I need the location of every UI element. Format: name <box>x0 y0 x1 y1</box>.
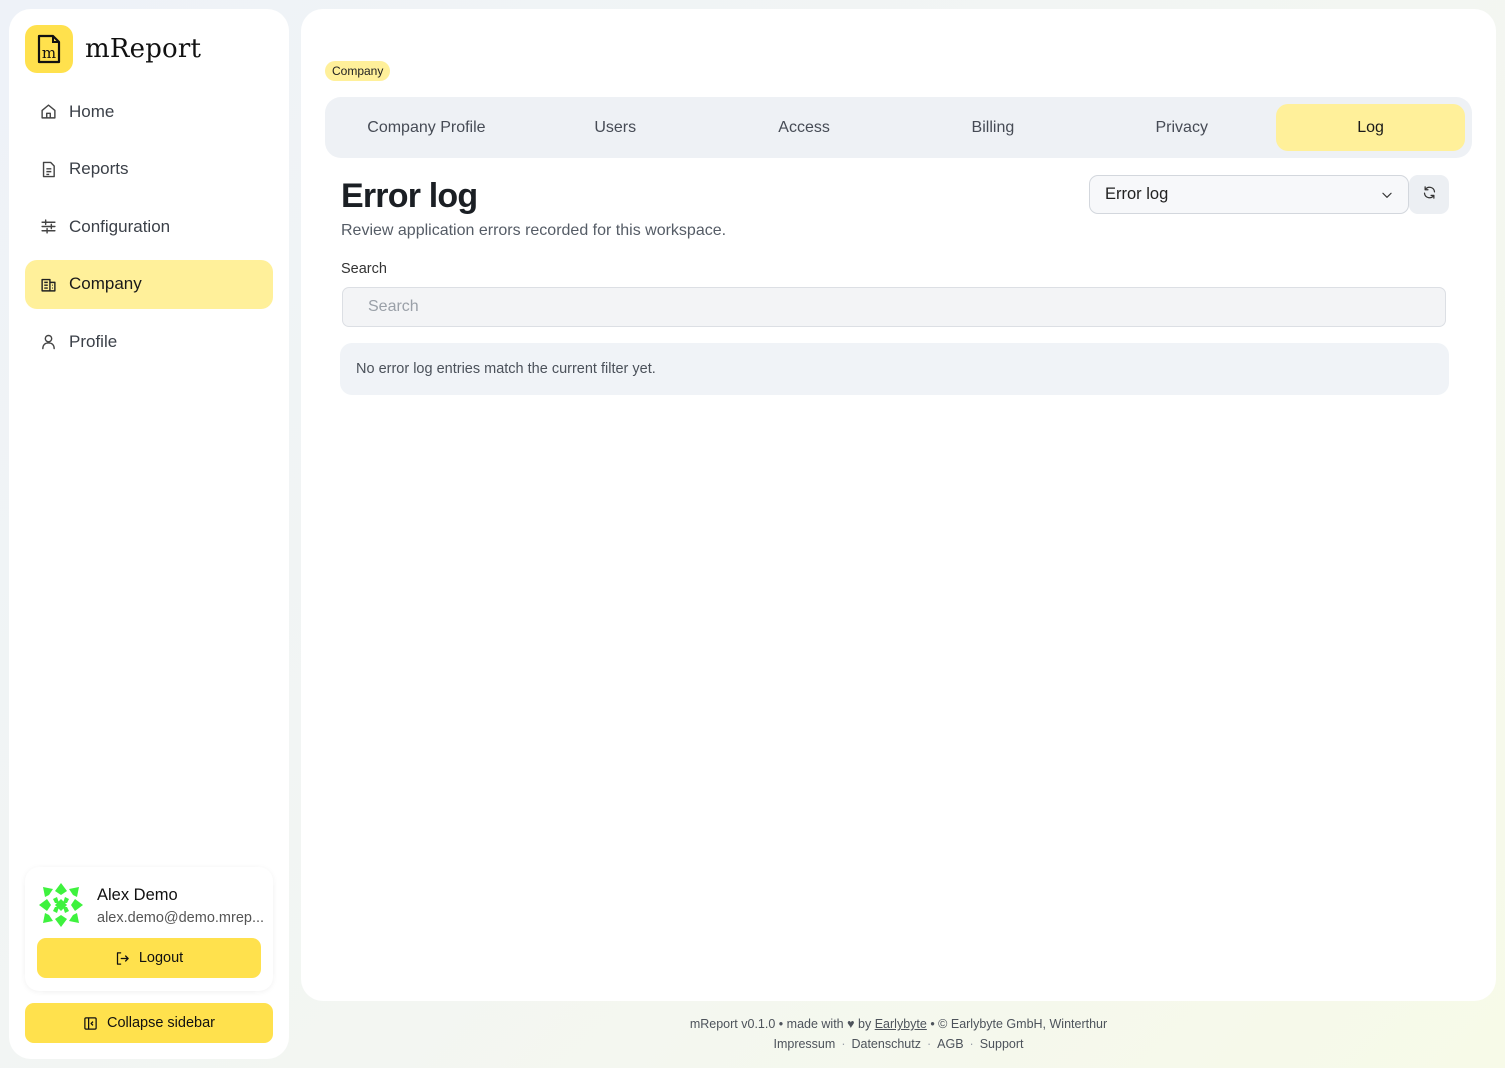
footer-link-datenschutz[interactable]: Datenschutz <box>851 1037 920 1051</box>
breadcrumb[interactable]: Company <box>325 61 391 81</box>
footer-copyright: © Earlybyte GmbH, Winterthur <box>938 1017 1108 1031</box>
empty-state-message: No error log entries match the current f… <box>356 361 656 377</box>
page-subtitle: Review application errors recorded for t… <box>341 222 727 239</box>
footer-link-support[interactable]: Support <box>980 1037 1024 1051</box>
tab-billing[interactable]: Billing <box>898 104 1087 151</box>
tab-privacy[interactable]: Privacy <box>1087 104 1276 151</box>
building-icon <box>39 275 57 293</box>
footer-link-agb[interactable]: AGB <box>937 1037 963 1051</box>
page-title: Error log <box>341 177 478 215</box>
sidebar-item-label: Home <box>69 101 115 121</box>
logout-icon <box>115 951 130 966</box>
footer: mReport v0.1.0 • made with ♥ by Earlybyt… <box>689 1017 1108 1051</box>
sidebar: m mReport Home Reports Configuration Com… <box>9 9 289 1059</box>
log-type-select[interactable]: Error log <box>1089 175 1409 214</box>
tab-access[interactable]: Access <box>710 104 899 151</box>
tab-log[interactable]: Log <box>1276 104 1465 151</box>
sidebar-item-label: Configuration <box>69 216 171 236</box>
sidebar-item-label: Reports <box>69 159 129 178</box>
sidebar-item-company[interactable]: Company <box>25 259 273 309</box>
search-label: Search <box>341 261 387 277</box>
app-name: mReport <box>85 34 202 64</box>
sidebar-item-configuration[interactable]: Configuration <box>25 202 273 251</box>
logout-label: Logout <box>138 950 184 966</box>
user-name: Alex Demo <box>97 886 178 904</box>
footer-dot: • <box>778 1017 787 1031</box>
sidebar-item-home[interactable]: Home <box>25 87 273 136</box>
heart-icon: ♥ <box>847 1017 855 1031</box>
chevron-down-icon <box>1380 188 1394 207</box>
sidebar-item-label: Company <box>69 274 142 293</box>
sidebar-collapse-icon <box>83 1016 98 1031</box>
user-card: Alex Demo alex.demo@demo.mrep... Logout <box>25 867 273 991</box>
refresh-button[interactable] <box>1409 175 1449 214</box>
report-icon <box>39 160 57 178</box>
main-panel: Company Company Profile Users Access Bil… <box>301 9 1496 1001</box>
footer-earlybyte-link[interactable]: Earlybyte <box>875 1017 927 1031</box>
sidebar-item-label: Profile <box>69 331 118 351</box>
footer-version: mReport v0.1.0 <box>689 1017 776 1031</box>
sidebar-nav: Home Reports Configuration Company Profi… <box>25 87 273 375</box>
logout-button[interactable]: Logout <box>37 938 261 978</box>
brand[interactable]: m mReport <box>25 25 201 73</box>
footer-link-impressum[interactable]: Impressum <box>773 1037 835 1051</box>
svg-text:m: m <box>42 44 56 62</box>
sliders-icon <box>39 218 57 236</box>
app-logo-icon: m <box>25 25 73 73</box>
refresh-icon <box>1422 185 1437 205</box>
tab-bar: Company Profile Users Access Billing Pri… <box>325 97 1472 158</box>
log-type-selected: Error log <box>1105 185 1169 203</box>
footer-by: by <box>858 1017 872 1031</box>
user-icon <box>39 333 57 351</box>
collapse-sidebar-button[interactable]: Collapse sidebar <box>25 1003 273 1043</box>
tab-users[interactable]: Users <box>521 104 710 151</box>
tab-company-profile[interactable]: Company Profile <box>332 104 521 151</box>
avatar[interactable] <box>37 881 85 929</box>
search-input[interactable] <box>342 287 1446 327</box>
empty-state: No error log entries match the current f… <box>340 343 1449 395</box>
sidebar-item-profile[interactable]: Profile <box>25 317 273 366</box>
collapse-sidebar-label: Collapse sidebar <box>106 1015 215 1031</box>
footer-made-with: made with <box>786 1017 844 1031</box>
footer-dot: • <box>930 1017 939 1031</box>
sidebar-item-reports[interactable]: Reports <box>25 145 273 194</box>
user-email: alex.demo@demo.mrep... <box>97 910 265 926</box>
home-icon <box>39 103 57 121</box>
